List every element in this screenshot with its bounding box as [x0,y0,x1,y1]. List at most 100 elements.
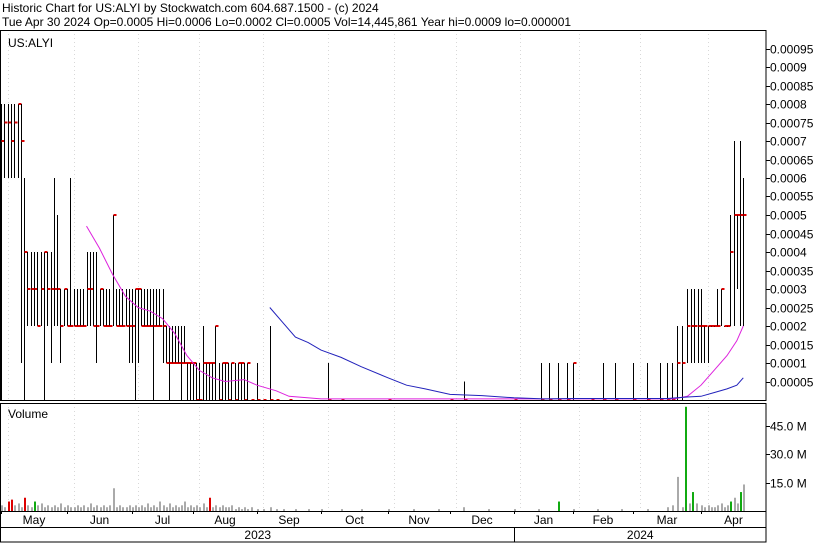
volume-bar [727,505,729,511]
month-label: May [23,513,46,527]
volume-bar [60,503,62,511]
moving-average-short [86,225,744,400]
volume-bar [276,509,278,511]
volume-bar [231,505,233,511]
price-tick-label: 0.00025 [770,302,814,316]
volume-bar [147,503,149,511]
volume-bar [4,507,6,511]
volume-bar [283,509,285,511]
volume-bar [701,505,703,511]
volume-bar [70,507,72,511]
volume-bars [1,406,745,511]
volume-bar [740,492,742,511]
volume-bar [463,507,465,511]
volume-bar [54,505,56,511]
panel-frames [0,30,767,543]
volume-bar [24,497,26,511]
volume-bar [215,505,217,511]
volume-bar [235,509,237,511]
volume-axis-labels: 15.0 M 30.0 M 45.0 M [766,420,807,491]
price-bars [1,103,747,401]
price-tick-label: 0.0001 [770,357,807,371]
month-label: Sep [278,513,300,527]
volume-bar [743,484,745,511]
volume-bar [308,509,310,511]
volume-bar [241,509,243,511]
volume-bar [685,406,687,511]
volume-bar [83,505,85,511]
price-tick-label: 0.0005 [770,209,807,223]
volume-panel-frame [0,403,767,512]
volume-bar [96,505,98,511]
month-label: Dec [471,513,492,527]
volume-bar [106,507,108,511]
price-tick-label: 0.0009 [770,61,807,75]
price-tick-label: 0.0002 [770,320,807,334]
volume-bar [103,505,105,511]
volume-bar [11,499,13,511]
volume-bar [573,509,575,511]
price-tick-label: 0.0004 [770,246,807,260]
volume-bar [714,507,716,511]
volume-bar [203,503,205,511]
volume-bar [187,507,189,511]
volume-tick-label: 30.0 M [770,448,807,462]
price-tick-label: 0.00085 [770,80,814,94]
volume-bar [100,507,102,511]
volume-bar [682,507,684,511]
volume-bar [64,507,66,511]
volume-bar [138,507,140,511]
volume-bar [222,505,224,511]
volume-bar [113,488,115,511]
volume-bar [122,507,124,511]
volume-bar [129,505,131,511]
volume-bar [181,505,183,511]
volume-bar [413,509,415,511]
volume-bar [166,507,168,511]
volume-bar [238,507,240,511]
month-label: Jun [90,513,109,527]
month-axis: May Jun Jul Aug Sep Oct Nov Dec Jan Feb Mar Apr 2023… [1,511,743,542]
volume-bar [169,503,171,511]
volume-bar [172,507,174,511]
volume-bar [621,509,623,511]
volume-bar [708,505,710,511]
month-label: Feb [593,513,614,527]
volume-bar [247,509,249,511]
price-tick-label: 0.00095 [770,43,814,57]
volume-bar [514,509,516,511]
moving-averages [86,225,744,400]
volume-bar [47,505,49,511]
volume-bar [488,509,490,511]
volume-bar [184,501,186,511]
volume-bar [212,507,214,511]
volume-bar [116,507,118,511]
price-tick-label: 0.00015 [770,339,814,353]
volume-bar [689,503,691,511]
volume-bar [132,507,134,511]
volume-bar [206,507,208,511]
volume-bar [295,509,297,511]
price-tick-label: 0.0006 [770,172,807,186]
volume-bar [263,509,265,511]
volume-bar [153,505,155,511]
volume-bar [711,507,713,511]
year-label: 2023 [244,528,271,542]
month-label: Jan [534,513,553,527]
volume-bar [219,507,221,511]
volume-bar [67,505,69,511]
volume-bar [321,509,323,511]
volume-bar [27,505,29,511]
volume-bar [90,503,92,511]
volume-bar [57,507,59,511]
volume-bar [34,501,36,511]
month-label: Jul [155,513,170,527]
volume-bar [77,505,79,511]
volume-tick-label: 15.0 M [770,477,807,491]
volume-bar [144,507,146,511]
volume-bar [209,497,211,511]
volume-bar [724,507,726,511]
volume-bar [159,501,161,511]
volume-bar [8,501,10,511]
month-label: Mar [657,513,678,527]
